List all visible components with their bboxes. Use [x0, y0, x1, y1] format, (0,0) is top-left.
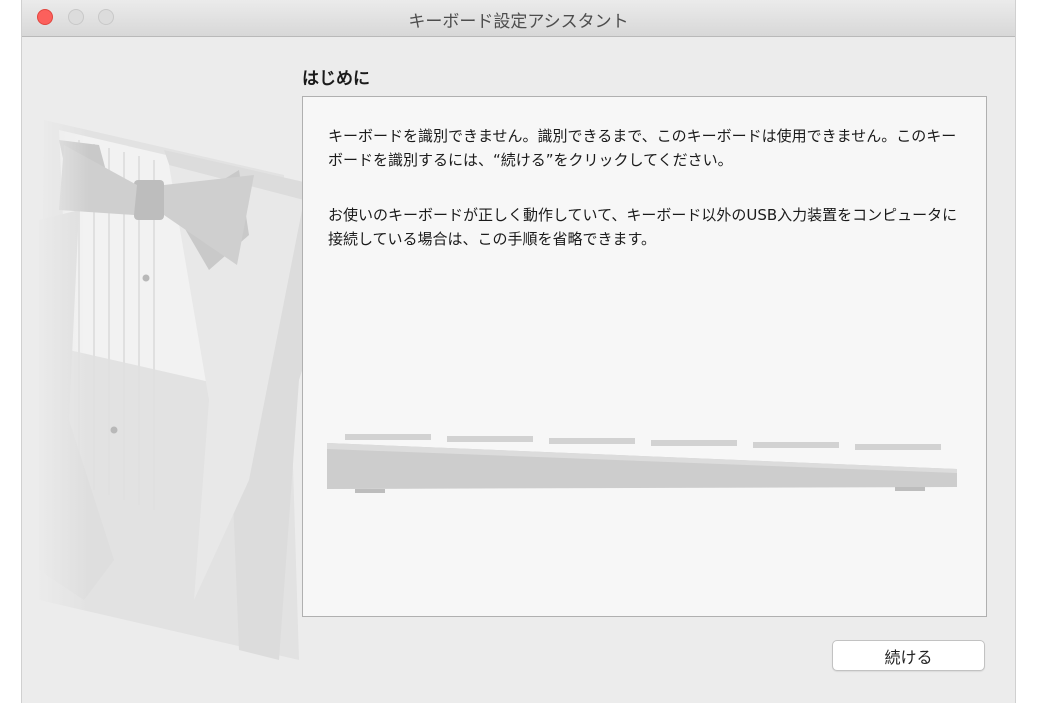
keyboard-illustration — [327, 434, 957, 493]
title-bar: キーボード設定アシスタント — [22, 0, 1015, 37]
window-title: キーボード設定アシスタント — [408, 12, 629, 32]
content-panel: キーボードを識別できません。識別できるまで、このキーボードは使用できません。この… — [302, 96, 987, 617]
assistant-window: キーボード設定アシスタント はじめに キーボードを識別できません。識別できるまで… — [21, 0, 1016, 703]
instruction-text: キーボードを識別できません。識別できるまで、このキーボードは使用できません。この… — [328, 127, 957, 169]
page-heading: はじめに — [302, 69, 370, 89]
continue-button[interactable]: 続ける — [832, 640, 985, 671]
skip-note-text: お使いのキーボードが正しく動作していて、キーボード以外のUSB入力装置をコンピュ… — [328, 206, 958, 248]
